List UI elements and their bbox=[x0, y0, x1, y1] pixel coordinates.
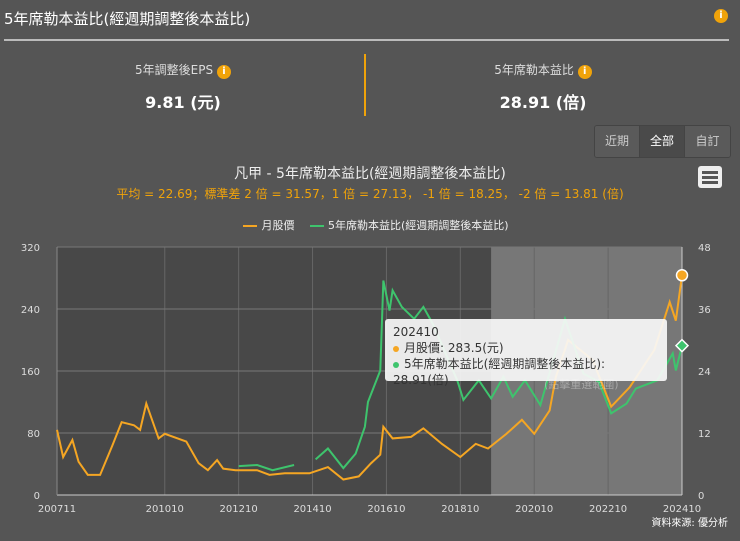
x-tick-label: 201610 bbox=[367, 504, 405, 515]
y-left-tick-label: 320 bbox=[21, 243, 40, 254]
y-right-tick-label: 0 bbox=[698, 491, 704, 502]
x-tick-label: 201410 bbox=[293, 504, 331, 515]
x-tick-label: 202010 bbox=[515, 504, 553, 515]
x-tick-label: 200711 bbox=[38, 504, 76, 515]
y-right-tick-label: 12 bbox=[698, 429, 711, 440]
y-right-tick-label: 36 bbox=[698, 305, 711, 316]
x-tick-label: 201810 bbox=[441, 504, 479, 515]
tooltip-price: 月股價: 283.5(元) bbox=[404, 341, 504, 355]
tooltip-date: 202410 bbox=[393, 325, 439, 339]
y-left-tick-label: 160 bbox=[21, 367, 40, 378]
x-tick-label: 202210 bbox=[589, 504, 627, 515]
data-source: 資料來源: 優分析 bbox=[651, 518, 728, 529]
y-left-tick-label: 80 bbox=[27, 429, 40, 440]
x-tick-label: 201010 bbox=[146, 504, 184, 515]
tooltip-pe: 5年席勒本益比(經週期調整後本益比): 28.91(倍) bbox=[393, 357, 606, 387]
y-left-tick-label: 240 bbox=[21, 305, 40, 316]
price-marker bbox=[675, 269, 689, 282]
y-left-tick-label: 0 bbox=[34, 491, 40, 502]
x-tick-label: 201210 bbox=[220, 504, 258, 515]
y-right-tick-label: 48 bbox=[698, 243, 711, 254]
pe-dot-icon bbox=[393, 361, 399, 368]
tooltip: 202410 月股價: 283.5(元) 5年席勒本益比(經週期調整後本益比):… bbox=[385, 319, 667, 387]
y-right-tick-label: 24 bbox=[698, 367, 711, 378]
price-dot-icon bbox=[393, 345, 399, 352]
chart-plot[interactable]: 200711 201010 201210 201410 201610 201810 2020… bbox=[0, 0, 740, 541]
